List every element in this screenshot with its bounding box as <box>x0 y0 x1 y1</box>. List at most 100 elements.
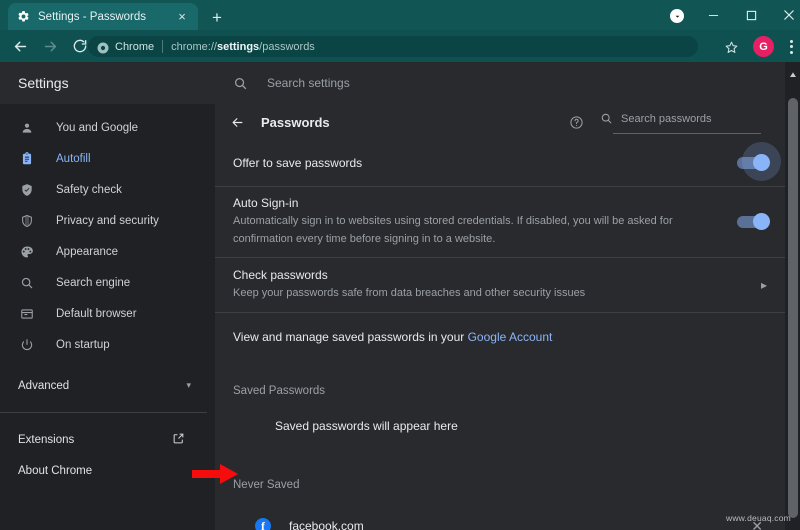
never-saved-label: Never Saved <box>233 479 300 491</box>
forward-arrow-icon[interactable] <box>35 31 65 61</box>
search-icon <box>18 274 36 292</box>
clipboard-icon <box>18 150 36 168</box>
sidebar-item-label: You and Google <box>56 121 139 134</box>
title-bar: Settings - Passwords × + <box>0 0 800 30</box>
sidebar-nav: You and Google Autofill Safety check Pri… <box>0 104 215 486</box>
page-title: Settings <box>0 62 215 104</box>
sidebar-item-about-chrome[interactable]: About Chrome <box>0 455 215 486</box>
star-icon[interactable] <box>720 36 742 58</box>
row-auto-sign-in[interactable]: Auto Sign-in Automatically sign in to we… <box>215 186 785 257</box>
sidebar-divider <box>0 412 207 413</box>
passwords-title: Passwords <box>261 114 330 130</box>
search-settings-input[interactable]: Search settings <box>267 76 350 90</box>
browser-tab[interactable]: Settings - Passwords × <box>8 3 198 30</box>
saved-passwords-empty-text: Saved passwords will appear here <box>275 419 458 433</box>
help-circle-icon[interactable] <box>567 113 585 131</box>
sidebar-item-advanced[interactable]: Advanced ▾ <box>0 370 215 401</box>
address-bar[interactable]: Chrome chrome://settings/passwords <box>88 36 698 57</box>
sidebar-item-autofill[interactable]: Autofill <box>0 143 215 174</box>
search-passwords-underline <box>613 133 761 134</box>
facebook-icon: f <box>255 518 271 530</box>
power-icon <box>18 336 36 354</box>
more-vertical-icon[interactable] <box>784 36 798 57</box>
chrome-logo-icon <box>97 41 109 53</box>
browser-window: Settings - Passwords × + Chrome chrome:/… <box>0 0 800 530</box>
search-passwords-input[interactable]: Search passwords <box>621 113 712 125</box>
row-title: Offer to save passwords <box>233 156 363 170</box>
toggle-knob <box>753 154 770 171</box>
settings-sidebar: Settings You and Google Autofill Safety … <box>0 62 215 530</box>
sidebar-item-label: Autofill <box>56 152 91 165</box>
omnibox-url: chrome://settings/passwords <box>171 41 315 53</box>
tab-title: Settings - Passwords <box>38 10 147 23</box>
sidebar-item-search-engine[interactable]: Search engine <box>0 267 215 298</box>
chevron-down-icon: ▾ <box>186 380 191 390</box>
row-check-passwords[interactable]: Check passwords Keep your passwords safe… <box>215 257 785 312</box>
sidebar-item-privacy-and-security[interactable]: Privacy and security <box>0 205 215 236</box>
settings-page: Settings You and Google Autofill Safety … <box>0 62 800 530</box>
sidebar-item-default-browser[interactable]: Default browser <box>0 298 215 329</box>
sidebar-item-label: Search engine <box>56 276 131 289</box>
gear-icon <box>16 10 30 24</box>
new-tab-button[interactable]: + <box>206 6 228 28</box>
search-icon <box>233 76 248 91</box>
row-subtitle: Automatically sign in to websites using … <box>233 215 673 245</box>
annotation-arrow-icon <box>192 461 240 487</box>
back-arrow-icon[interactable] <box>5 31 35 61</box>
scrollbar-thumb[interactable] <box>788 98 798 518</box>
person-icon <box>18 119 36 137</box>
url-prefix: chrome:// <box>171 40 217 53</box>
never-saved-entry[interactable]: f facebook.com ✕ <box>215 511 785 530</box>
back-arrow-icon[interactable] <box>227 112 247 132</box>
watermark: www.deuaq.com <box>726 513 791 523</box>
search-passwords-field[interactable]: Search passwords <box>600 112 760 125</box>
row-subtitle: Keep your passwords safe from data breac… <box>233 286 586 299</box>
sidebar-item-on-startup[interactable]: On startup <box>0 329 215 360</box>
row-offer-to-save-passwords[interactable]: Offer to save passwords <box>215 140 785 186</box>
auto-sign-in-toggle[interactable] <box>737 213 770 230</box>
google-account-prefix: View and manage saved passwords in your <box>233 330 468 344</box>
window-close-button[interactable] <box>766 0 800 30</box>
sidebar-item-label: Extensions <box>18 433 75 446</box>
omnibox-chip-label: Chrome <box>115 40 155 53</box>
offer-to-save-passwords-toggle[interactable] <box>737 142 781 181</box>
chevron-right-icon[interactable]: ▸ <box>761 278 767 292</box>
sidebar-item-label: Safety check <box>56 183 122 196</box>
search-icon <box>600 112 613 125</box>
settings-content: Search settings Passwords Search passwor… <box>215 62 800 530</box>
sidebar-item-safety-check[interactable]: Safety check <box>0 174 215 205</box>
sidebar-item-label: Default browser <box>56 307 137 320</box>
sidebar-item-label: On startup <box>56 338 110 351</box>
saved-passwords-label: Saved Passwords <box>233 385 326 397</box>
external-link-icon <box>172 432 185 448</box>
shield-icon <box>18 212 36 230</box>
scroll-up-arrow-icon[interactable] <box>789 66 797 77</box>
sidebar-item-you-and-google[interactable]: You and Google <box>0 112 215 143</box>
sidebar-item-label: Appearance <box>56 245 119 258</box>
google-account-text: View and manage saved passwords in your … <box>233 330 552 344</box>
row-title: Check passwords <box>233 267 328 282</box>
search-settings-bar[interactable]: Search settings <box>215 62 785 104</box>
sidebar-item-extensions[interactable]: Extensions <box>0 424 215 455</box>
chevron-down-icon[interactable] <box>670 9 684 23</box>
sidebar-item-label: About Chrome <box>18 464 93 477</box>
google-account-link[interactable]: Google Account <box>468 330 553 344</box>
sidebar-item-appearance[interactable]: Appearance <box>0 236 215 267</box>
avatar[interactable]: G <box>753 36 774 57</box>
sidebar-item-label: Advanced <box>18 379 70 392</box>
url-suffix: /passwords <box>259 40 315 53</box>
omnibox-divider <box>162 40 164 53</box>
browser-window-icon <box>18 305 36 323</box>
url-bold: settings <box>216 40 260 53</box>
sidebar-item-label: Privacy and security <box>56 214 159 227</box>
close-icon[interactable]: × <box>174 9 190 25</box>
shield-check-icon <box>18 181 36 199</box>
passwords-header: Passwords Search passwords <box>215 104 785 140</box>
palette-icon <box>18 243 36 261</box>
row-title: Auto Sign-in <box>233 196 299 211</box>
never-saved-domain: facebook.com <box>289 519 364 530</box>
